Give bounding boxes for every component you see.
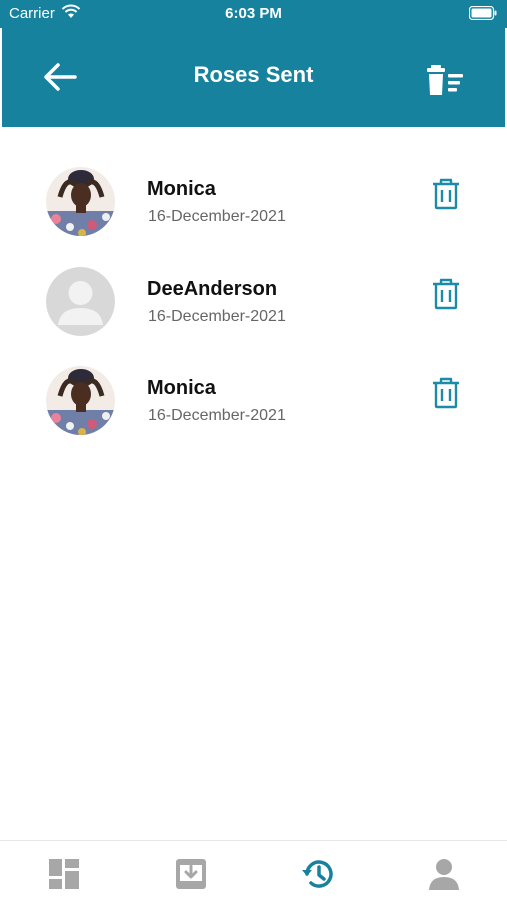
tab-history[interactable]: [301, 857, 335, 891]
avatar: [46, 167, 115, 236]
rose-date: 16-December-2021: [148, 407, 286, 424]
trash-icon: [433, 178, 459, 210]
rose-date: 16-December-2021: [148, 208, 286, 225]
list-item[interactable]: Monica 16-December-2021: [0, 167, 507, 267]
delete-all-button[interactable]: [425, 62, 465, 103]
delete-button[interactable]: [431, 178, 461, 215]
delete-button[interactable]: [431, 278, 461, 315]
rose-date: 16-December-2021: [148, 308, 286, 325]
bottom-tab-bar: [0, 840, 507, 901]
user-photo-icon: [46, 167, 115, 236]
delete-button[interactable]: [431, 377, 461, 414]
tab-inbox[interactable]: [174, 857, 208, 891]
status-bar: Carrier 6:03 PM: [0, 0, 507, 28]
profile-icon: [429, 859, 459, 890]
list-item[interactable]: DeeAnderson 16-December-2021: [0, 267, 507, 367]
default-avatar-icon: [46, 267, 115, 336]
avatar: [46, 366, 115, 435]
inbox-download-icon: [176, 859, 206, 889]
user-photo-icon: [46, 366, 115, 435]
avatar: [46, 267, 115, 336]
battery-icon: [468, 5, 497, 24]
dashboard-icon: [49, 859, 79, 889]
tab-profile[interactable]: [427, 857, 461, 891]
rose-recipient-name: Monica: [147, 178, 216, 200]
status-time: 6:03 PM: [225, 5, 282, 22]
trash-icon: [433, 278, 459, 310]
trash-icon: [433, 377, 459, 409]
list-item[interactable]: Monica 16-December-2021: [0, 366, 507, 466]
delete-all-icon: [427, 65, 463, 95]
history-icon: [302, 860, 333, 888]
app-bar: Roses Sent: [2, 28, 505, 127]
rose-recipient-name: DeeAnderson: [147, 278, 278, 300]
tab-dashboard[interactable]: [47, 857, 81, 891]
rose-recipient-name: Monica: [147, 377, 216, 399]
